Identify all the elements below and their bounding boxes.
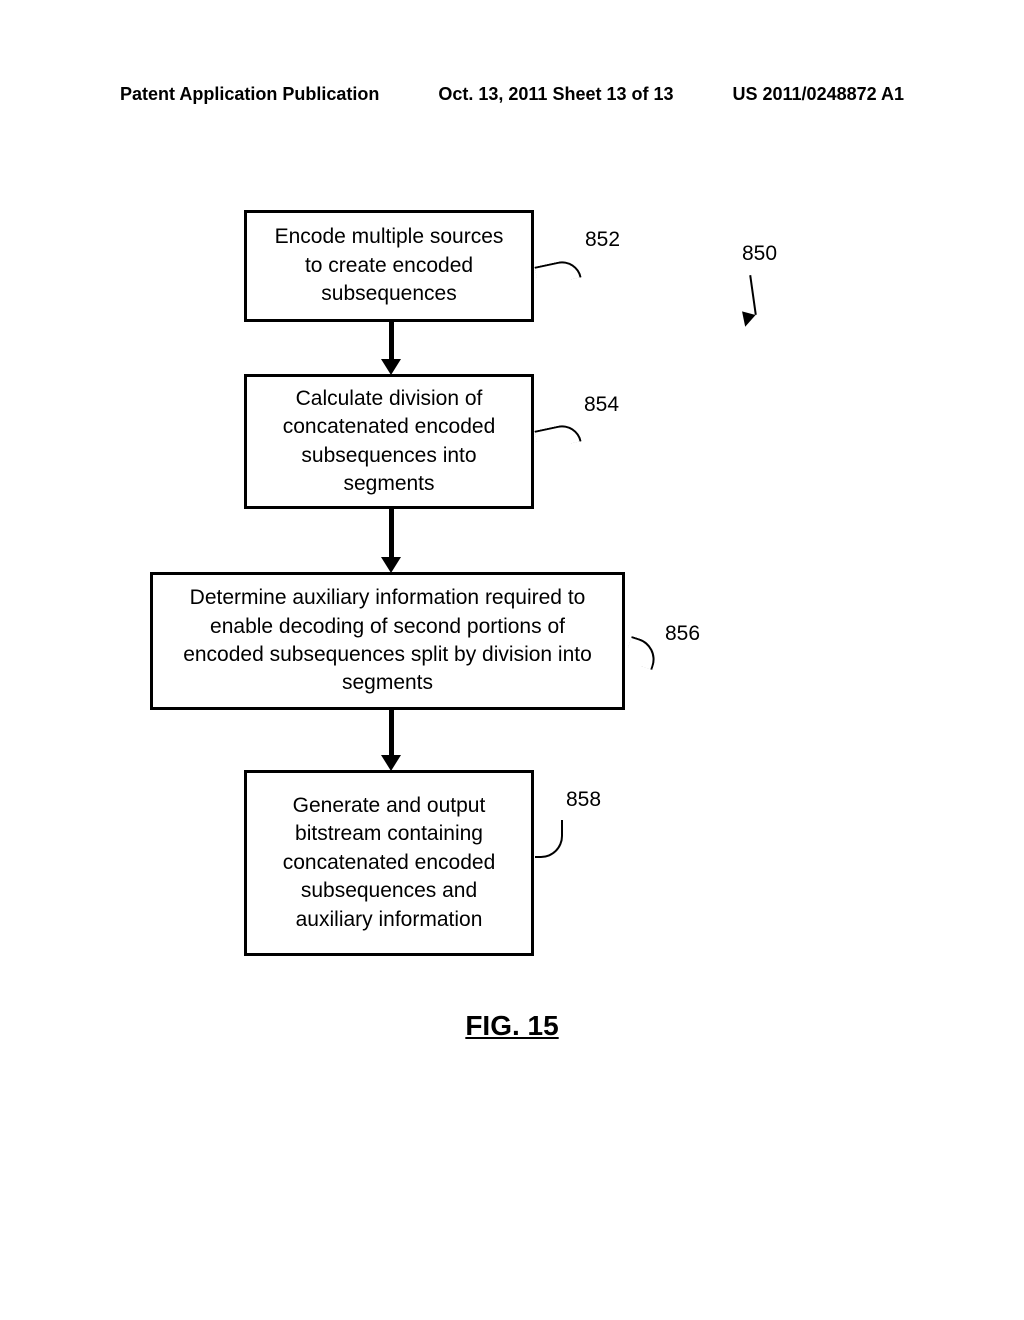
flow-arrow-line [389, 322, 394, 362]
figure-label: FIG. 15 [0, 1010, 1024, 1042]
header-left: Patent Application Publication [120, 84, 379, 105]
header-right: US 2011/0248872 A1 [733, 84, 904, 105]
step-text: Calculate division of concatenated encod… [265, 385, 513, 498]
flow-arrow-line [389, 710, 394, 758]
flowchart-step-856: Determine auxiliary information required… [150, 572, 625, 710]
flowchart-ref-label: 850 [742, 242, 777, 266]
step-label-852: 852 [585, 228, 620, 252]
ref-leader-line [749, 275, 757, 315]
page-header: Patent Application Publication Oct. 13, … [0, 84, 1024, 105]
step-label-856: 856 [665, 622, 700, 646]
step-label-858: 858 [566, 788, 601, 812]
flow-arrow-line [389, 509, 394, 559]
step-text: Generate and output bitstream containing… [265, 792, 513, 934]
leader-856 [624, 636, 661, 670]
step-text: Encode multiple sources to create encode… [265, 223, 513, 308]
flowchart-step-852: Encode multiple sources to create encode… [244, 210, 534, 322]
leader-858 [535, 820, 563, 858]
header-center: Oct. 13, 2011 Sheet 13 of 13 [438, 84, 673, 105]
ref-leader-arrowhead [738, 311, 755, 328]
flowchart-diagram: 850 Encode multiple sources to create en… [0, 200, 1024, 1100]
flow-arrow-head [381, 557, 401, 573]
leader-854 [534, 422, 581, 451]
flowchart-step-854: Calculate division of concatenated encod… [244, 374, 534, 509]
step-label-854: 854 [584, 393, 619, 417]
leader-852 [534, 258, 581, 287]
flow-arrow-head [381, 359, 401, 375]
step-text: Determine auxiliary information required… [171, 584, 604, 697]
flowchart-step-858: Generate and output bitstream containing… [244, 770, 534, 956]
flow-arrow-head [381, 755, 401, 771]
